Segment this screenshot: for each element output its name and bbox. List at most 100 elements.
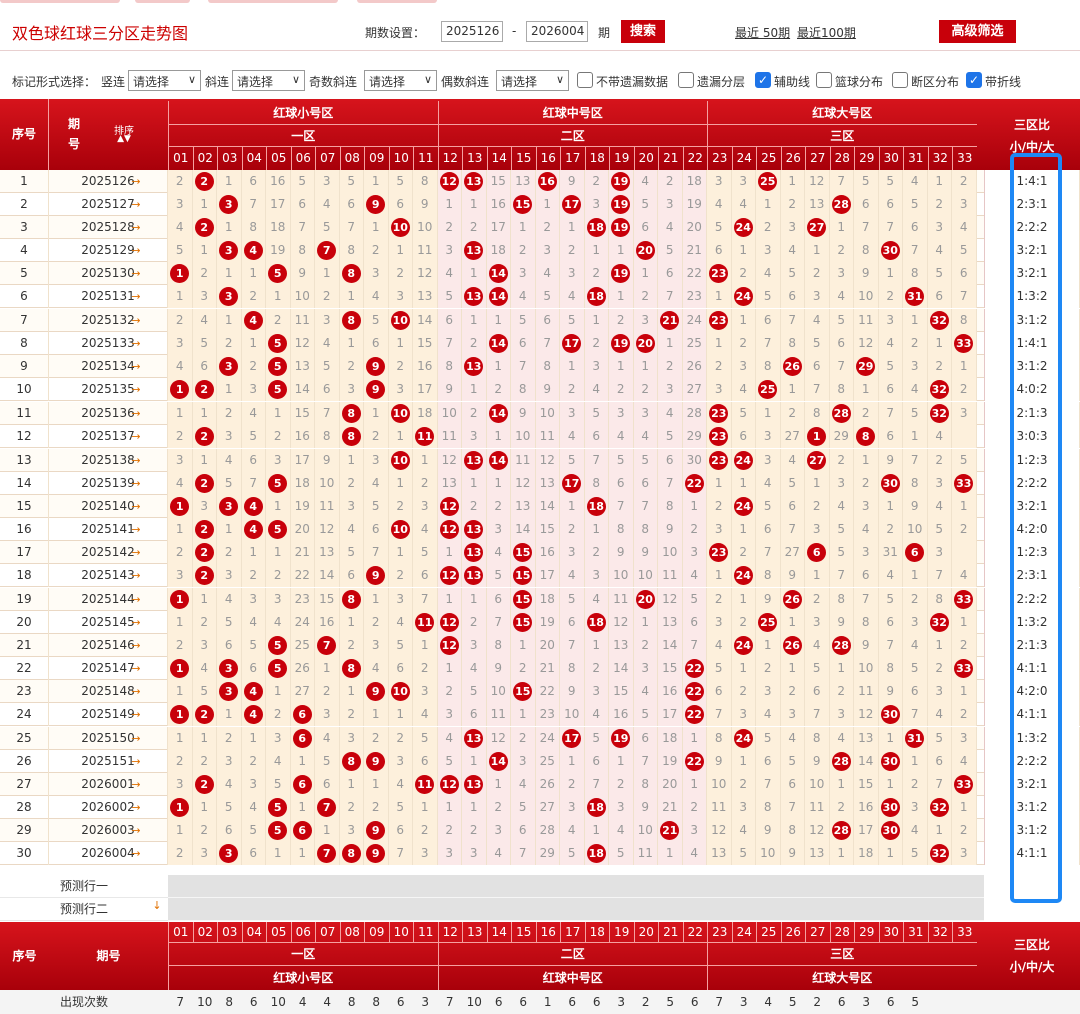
row-issue[interactable]: 2025138 — [49, 448, 168, 472]
cell: 2 — [364, 610, 389, 634]
footer-number-05: 05 — [266, 922, 291, 943]
cell: 3 — [462, 842, 487, 866]
cell: 1 — [315, 819, 340, 843]
cell: 2 — [192, 216, 217, 240]
footer-zone-short-1: 二区 — [437, 943, 707, 966]
sort-arrows-icon[interactable]: ▲▼ — [104, 134, 144, 144]
checkbox-5[interactable]: ✓ — [966, 72, 982, 88]
row-issue[interactable]: 2025129 — [49, 239, 168, 263]
drawn-ball: 3 — [219, 287, 239, 307]
cell: 10 — [535, 401, 560, 425]
cell: 8 — [241, 216, 266, 240]
vertical-select[interactable]: 请选择 — [128, 70, 201, 91]
predict-row-area[interactable] — [168, 875, 984, 898]
cell: 2 — [878, 285, 903, 309]
row-issue[interactable]: 2025137 — [49, 424, 168, 448]
cell: 27 — [805, 448, 830, 472]
row-issue[interactable]: 2025136 — [49, 401, 168, 425]
cell: 6 — [290, 819, 315, 843]
row-issue[interactable]: 2025148 — [49, 680, 168, 704]
diagonal-select[interactable]: 请选择 — [232, 70, 305, 91]
cell: 19 — [658, 750, 683, 774]
row-issue[interactable]: 2025132 — [49, 309, 168, 333]
checkbox-3[interactable] — [816, 72, 832, 88]
cell: 6 — [217, 819, 242, 843]
table-row: 18 2025143 → 3 2 3 2 2 22 14 6 9 2 6 12 13 5 15 17 4 3 10 10 11… — [0, 563, 1080, 587]
row-issue[interactable]: 2025135 — [49, 378, 168, 402]
cell: 3 — [780, 703, 805, 727]
drawn-ball: 11 — [415, 426, 435, 446]
drawn-ball: 4 — [243, 705, 263, 725]
checkbox-1[interactable] — [678, 72, 694, 88]
cell: 1 — [927, 170, 952, 193]
cell: 18 — [413, 401, 438, 425]
row-issue[interactable]: 2025151 — [49, 750, 168, 774]
row-issue[interactable]: 2026001 — [49, 773, 168, 797]
table-row: 20 2025145 → 1 2 5 4 4 24 16 1 2 4 11 12 2 7 15 19 6 18 12 1 13… — [0, 610, 1080, 634]
cell: 19 — [609, 727, 634, 751]
odd-diagonal-select[interactable]: 请选择 — [364, 70, 437, 91]
recent-50-link[interactable]: 最近 50期 — [735, 24, 790, 41]
row-issue[interactable]: 2026004 — [49, 842, 168, 866]
advanced-filter-button[interactable]: 高级筛选 — [939, 20, 1016, 43]
cell: 3 — [217, 494, 242, 518]
row-issue[interactable]: 2025139 — [49, 471, 168, 495]
row-issue[interactable]: 2025145 — [49, 610, 168, 634]
predict-row-label: 预测行二 — [0, 898, 168, 921]
cell: 30 — [878, 471, 903, 495]
row-issue[interactable]: 2026003 — [49, 819, 168, 843]
predict-row-area[interactable] — [168, 898, 984, 921]
cell: 10 — [413, 216, 438, 240]
cell: 3 — [633, 309, 658, 333]
cell: 4 — [731, 193, 756, 217]
drawn-ball: 5 — [268, 519, 288, 539]
arrow-icon: → — [131, 615, 141, 629]
row-issue[interactable]: 2025134 — [49, 355, 168, 379]
cell: 10 — [437, 401, 462, 425]
cell: 3 — [903, 610, 928, 634]
row-issue[interactable]: 2025143 — [49, 563, 168, 587]
row-issue[interactable]: 2025133 — [49, 332, 168, 356]
row-issue[interactable]: 2025128 — [49, 216, 168, 240]
row-issue[interactable]: 2025146 — [49, 634, 168, 657]
row-issue[interactable]: 2025149 — [49, 703, 168, 727]
arrow-icon: → — [131, 337, 141, 351]
even-diagonal-select[interactable]: 请选择 — [496, 70, 569, 91]
recent-100-link[interactable]: 最近100期 — [797, 24, 856, 41]
cell: 14 — [511, 517, 536, 541]
cell: 13 — [462, 563, 487, 587]
row-issue[interactable]: 2025126 — [49, 170, 168, 193]
cell: 1 — [707, 563, 732, 587]
row-issue[interactable]: 2025142 — [49, 540, 168, 564]
cell: 4 — [780, 239, 805, 263]
cell: 25 — [756, 170, 781, 193]
drawn-ball: 26 — [782, 589, 802, 609]
cell: 5 — [388, 796, 413, 820]
checkbox-0[interactable] — [577, 72, 593, 88]
checkbox-label-4: 断区分布 — [911, 75, 960, 89]
row-issue[interactable]: 2025127 — [49, 193, 168, 217]
mark-style-label: 标记形式选择： — [12, 75, 97, 89]
row-issue[interactable]: 2025147 — [49, 657, 168, 681]
row-issue[interactable]: 2025144 — [49, 587, 168, 611]
search-button[interactable]: 搜索 — [621, 20, 665, 43]
period-to-input[interactable]: 2026004 — [526, 21, 588, 42]
row-issue[interactable]: 2025130 — [49, 262, 168, 286]
cell: 7 — [339, 216, 364, 240]
row-issue[interactable]: 2025140 — [49, 494, 168, 518]
cell: 21 — [658, 309, 683, 333]
period-from-input[interactable]: 2025126 — [441, 21, 503, 42]
cell: 12 — [437, 634, 462, 657]
row-issue[interactable]: 2025150 — [49, 727, 168, 751]
cell: 5 — [903, 842, 928, 866]
row-issue[interactable]: 2025131 — [49, 285, 168, 309]
drawn-ball: 32 — [929, 844, 949, 864]
cell: 3 — [217, 657, 242, 681]
cell: 5 — [266, 471, 291, 495]
checkbox-2[interactable]: ✓ — [755, 72, 771, 88]
checkbox-4[interactable] — [892, 72, 908, 88]
row-issue[interactable]: 2026002 — [49, 796, 168, 820]
row-issue[interactable]: 2025141 — [49, 517, 168, 541]
cell: 4 — [829, 727, 854, 751]
cell: 2 — [609, 773, 634, 797]
